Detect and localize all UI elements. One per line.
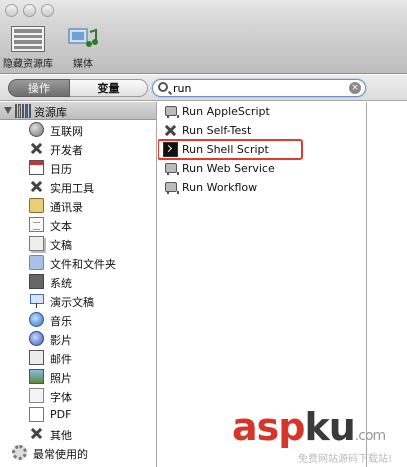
library-icon — [11, 26, 45, 52]
documents-icon — [29, 236, 44, 251]
tab-actions[interactable]: 操作 — [8, 79, 70, 97]
category-label: 互联网 — [50, 125, 83, 138]
hide-library-label: 隐藏资源库 — [3, 59, 53, 70]
category-movies[interactable]: 影片 — [0, 329, 156, 348]
category-label: 影片 — [50, 334, 72, 347]
folder-icon — [29, 255, 44, 270]
toolbar: 隐藏资源库 媒体 — [0, 22, 407, 74]
automator-robot-icon — [163, 104, 179, 119]
search-input[interactable] — [173, 80, 343, 96]
zoom-button[interactable] — [41, 4, 54, 17]
category-label: 邮件 — [50, 353, 72, 366]
action-label: Run Self-Test — [182, 124, 252, 137]
photo-icon — [29, 369, 44, 384]
most-used-label: 最常使用的 — [33, 448, 88, 461]
library-header-label: 资源库 — [34, 106, 67, 119]
smart-group-icon — [12, 445, 27, 460]
category-contacts[interactable]: 通讯录 — [0, 196, 156, 215]
mail-icon — [29, 350, 44, 365]
category-utilities[interactable]: 实用工具 — [0, 177, 156, 196]
category-label: 系统 — [50, 277, 72, 290]
watermark-tagline: 免费网站源码下载站! — [298, 454, 393, 465]
automator-robot-icon — [163, 180, 179, 195]
close-button[interactable] — [5, 4, 18, 17]
tools-icon — [29, 426, 44, 441]
font-icon — [29, 388, 44, 403]
tools-icon — [29, 179, 44, 194]
watermark-asp: asp — [232, 405, 305, 449]
music-icon — [29, 312, 44, 327]
address-book-icon — [29, 198, 44, 213]
category-label: 通讯录 — [50, 201, 83, 214]
category-text[interactable]: 文本 — [0, 215, 156, 234]
system-icon — [29, 274, 44, 289]
category-music[interactable]: 音乐 — [0, 310, 156, 329]
media-icon — [68, 26, 98, 52]
category-pdf[interactable]: PDF — [0, 405, 156, 424]
category-label: 演示文稿 — [50, 296, 94, 309]
clear-search-icon[interactable]: × — [349, 82, 361, 94]
category-label: 文本 — [50, 220, 72, 233]
action-label: Run Web Service — [182, 162, 275, 175]
watermark-ku: ku — [304, 405, 355, 449]
library-books-icon — [15, 104, 32, 118]
action-run-web-service[interactable]: Run Web Service — [158, 159, 366, 178]
category-label: 日历 — [50, 163, 72, 176]
category-other[interactable]: 其他 — [0, 424, 156, 443]
movie-icon — [29, 331, 44, 346]
most-used-item[interactable]: 最常使用的 — [0, 443, 156, 462]
library-pane: 资源库 互联网 开发者 日历 实用工具 通讯录 文本 文稿 文件和文件夹 系统 … — [0, 102, 157, 467]
disclosure-triangle-icon[interactable] — [4, 107, 12, 114]
category-files-folders[interactable]: 文件和文件夹 — [0, 253, 156, 272]
media-button[interactable]: 媒体 — [62, 26, 104, 70]
category-label: 文稿 — [50, 239, 72, 252]
action-label: Run AppleScript — [182, 105, 270, 118]
automator-robot-icon — [163, 161, 179, 176]
category-fonts[interactable]: 字体 — [0, 386, 156, 405]
presentation-icon — [29, 293, 44, 308]
category-internet[interactable]: 互联网 — [0, 120, 156, 139]
tools-icon — [163, 123, 178, 138]
category-label: 开发者 — [50, 144, 83, 157]
action-run-applescript[interactable]: Run AppleScript — [158, 102, 366, 121]
category-documents[interactable]: 文稿 — [0, 234, 156, 253]
action-run-shell-script[interactable]: Run Shell Script — [158, 139, 366, 160]
globe-icon — [29, 122, 44, 137]
search-icon — [158, 82, 168, 92]
category-label: 文件和文件夹 — [50, 258, 116, 271]
tools-icon — [29, 141, 44, 156]
calendar-icon — [29, 160, 44, 175]
tab-variables[interactable]: 变量 — [70, 79, 148, 97]
action-label: Run Workflow — [182, 181, 258, 194]
category-label: 其他 — [50, 429, 72, 442]
category-label: 音乐 — [50, 315, 72, 328]
category-label: 照片 — [50, 372, 72, 385]
action-label: Run Shell Script — [182, 143, 269, 156]
action-run-self-test[interactable]: Run Self-Test — [158, 121, 366, 140]
category-label: 实用工具 — [50, 182, 94, 195]
library-header[interactable]: 资源库 — [0, 102, 156, 120]
terminal-icon — [163, 142, 178, 157]
category-developer[interactable]: 开发者 — [0, 139, 156, 158]
media-label: 媒体 — [73, 59, 93, 70]
category-presentations[interactable]: 演示文稿 — [0, 291, 156, 310]
category-label: 字体 — [50, 391, 72, 404]
category-system[interactable]: 系统 — [0, 272, 156, 291]
pdf-icon — [29, 407, 44, 422]
category-photos[interactable]: 照片 — [0, 367, 156, 386]
text-doc-icon — [29, 217, 44, 232]
category-label: PDF — [50, 408, 72, 421]
category-mail[interactable]: 邮件 — [0, 348, 156, 367]
search-field[interactable]: × — [152, 79, 366, 97]
title-bar — [0, 0, 407, 22]
watermark: aspku.com 免费网站源码下载站! — [232, 405, 392, 465]
minimize-button[interactable] — [23, 4, 36, 17]
watermark-com: .com — [354, 428, 386, 444]
action-run-workflow[interactable]: Run Workflow — [158, 178, 366, 197]
hide-library-button[interactable]: 隐藏资源库 — [2, 26, 54, 70]
watermark-logo: aspku.com — [232, 405, 386, 455]
tab-row: 操作 变量 × — [0, 75, 407, 101]
category-calendar[interactable]: 日历 — [0, 158, 156, 177]
